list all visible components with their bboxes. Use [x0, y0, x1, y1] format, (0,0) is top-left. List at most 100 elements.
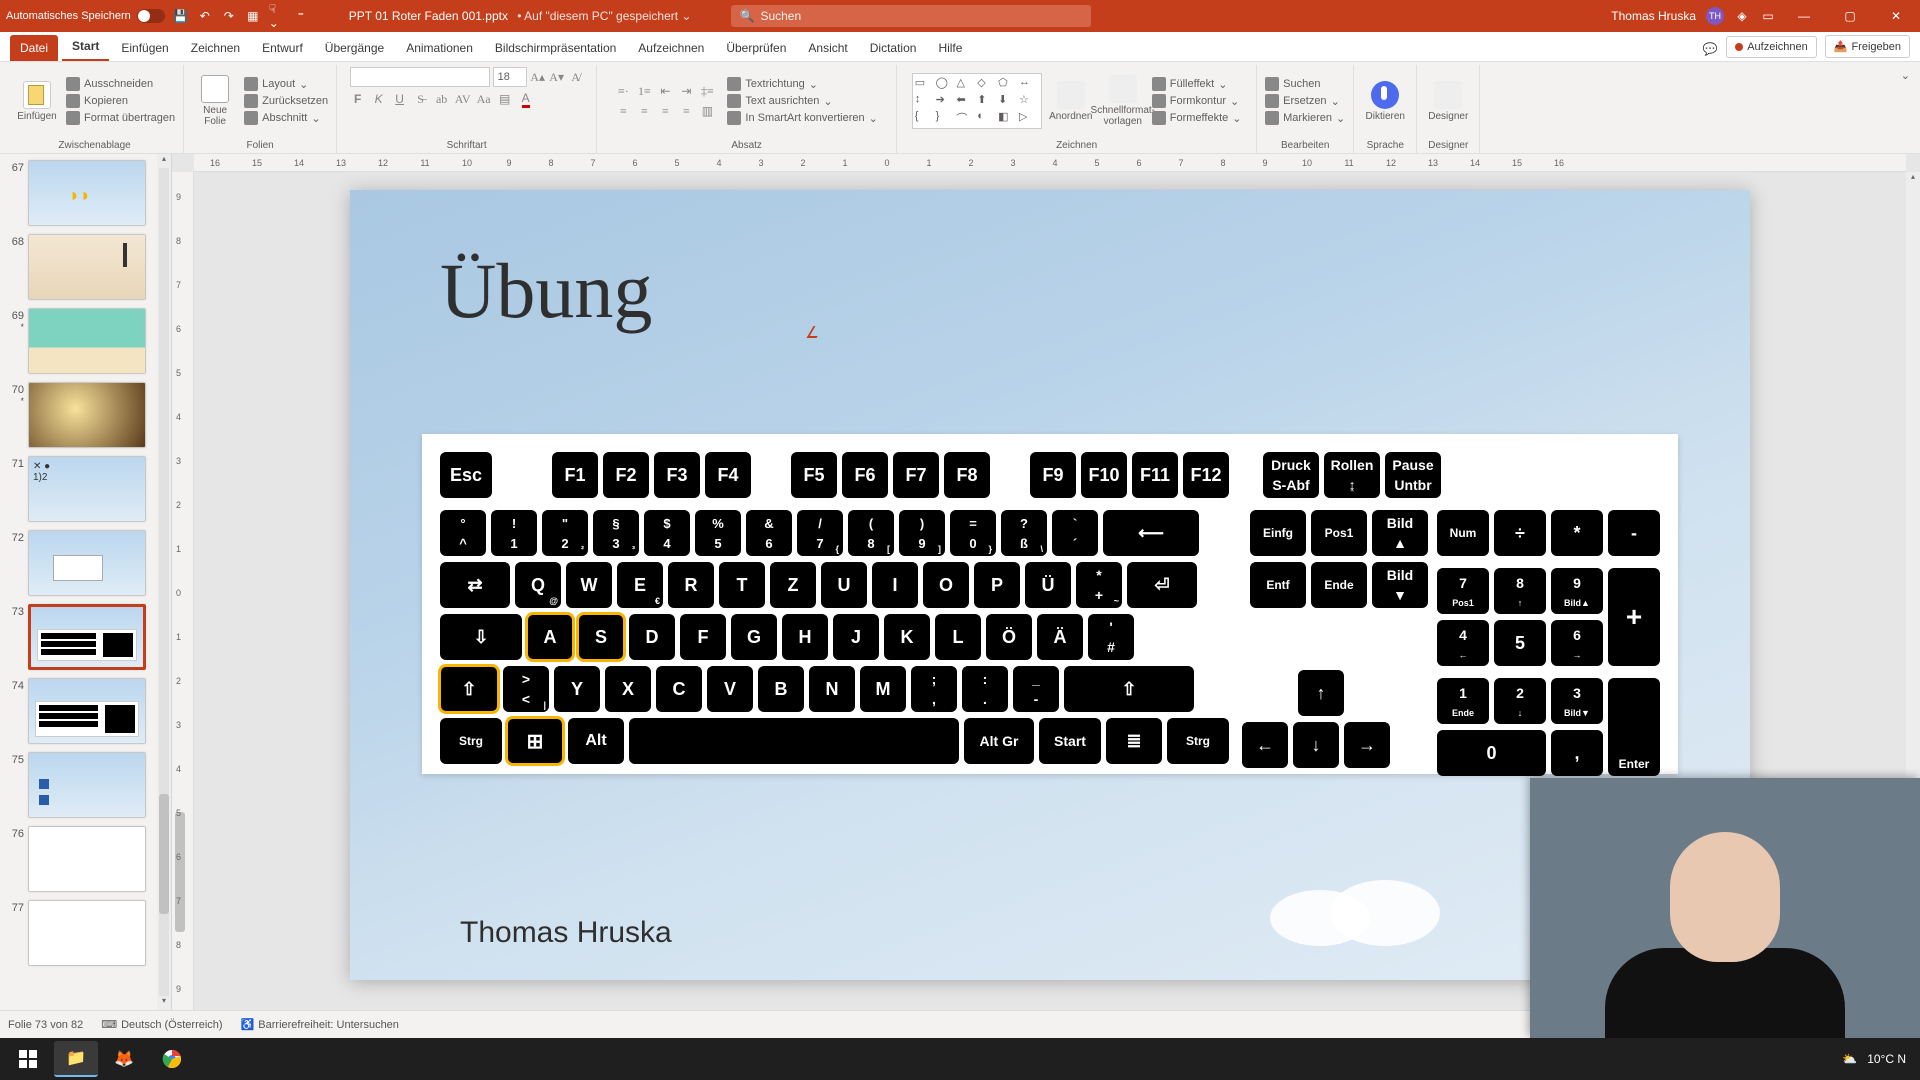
undo-icon[interactable]: ↶ — [197, 8, 213, 24]
change-case-icon[interactable]: Aa — [476, 91, 492, 107]
thumb-75[interactable] — [28, 752, 146, 818]
line-spacing-icon[interactable]: ‡≡ — [699, 83, 715, 99]
indent-dec-icon[interactable]: ⇤ — [657, 83, 673, 99]
tab-dictation[interactable]: Dictation — [860, 35, 927, 61]
from-beginning-icon[interactable]: ▦ — [245, 8, 261, 24]
keyboard-image[interactable]: Esc F1 F2 F3 F4 F5 F6 F7 F8 F — [422, 434, 1678, 774]
tab-start[interactable]: Start — [62, 33, 109, 61]
user-avatar[interactable]: TH — [1706, 7, 1724, 25]
customize-qat-icon[interactable]: ⁼ — [293, 8, 309, 24]
thumb-71[interactable]: ✕ ●1)2 — [28, 456, 146, 522]
thumb-77[interactable] — [28, 900, 146, 966]
slide-title[interactable]: Übung — [440, 246, 652, 336]
tab-animations[interactable]: Animationen — [396, 35, 483, 61]
tab-view[interactable]: Ansicht — [798, 35, 857, 61]
taskbar-explorer[interactable]: 📁 — [54, 1041, 98, 1077]
format-painter-button[interactable]: Format übertragen — [66, 111, 175, 125]
thumbnail-scrollbar[interactable]: ▴ ▾ — [157, 154, 171, 1010]
ribbon-options-icon[interactable]: ▭ — [1760, 8, 1776, 24]
close-button[interactable]: ✕ — [1878, 4, 1914, 28]
language-status[interactable]: ⌨Deutsch (Österreich) — [101, 1018, 222, 1031]
thumb-67[interactable]: ◗◗ — [28, 160, 146, 226]
slide-counter[interactable]: Folie 73 von 82 — [8, 1019, 83, 1031]
share-button[interactable]: 📤Freigeben — [1825, 35, 1910, 58]
shape-effects-button[interactable]: Formeffekte⌄ — [1152, 111, 1242, 125]
scrollbar-handle[interactable] — [159, 794, 169, 914]
weather-text[interactable]: 10°C N — [1867, 1052, 1906, 1066]
shadow-icon[interactable]: ab — [434, 91, 450, 107]
columns-icon[interactable]: ▥ — [699, 103, 715, 119]
thumb-72[interactable] — [28, 530, 146, 596]
text-direction-button[interactable]: Textrichtung⌄ — [727, 77, 877, 91]
font-size-combo[interactable]: 18 — [493, 67, 527, 87]
paste-button[interactable]: Einfügen — [14, 81, 60, 122]
shape-fill-button[interactable]: Fülleffekt⌄ — [1152, 77, 1242, 91]
tab-file[interactable]: Datei — [10, 35, 58, 61]
arrange-button[interactable]: Anordnen — [1048, 81, 1094, 122]
accessibility-status[interactable]: ♿Barrierefreiheit: Untersuchen — [241, 1018, 399, 1031]
thumb-76[interactable] — [28, 826, 146, 892]
dictate-button[interactable]: Diktieren — [1362, 81, 1408, 122]
cut-button[interactable]: Ausschneiden — [66, 77, 175, 91]
shapes-gallery[interactable]: ▭◯△◇⬠↔ ↕➔⬅⬆⬇☆ {}⌒◐◧▷ — [912, 73, 1042, 129]
char-spacing-icon[interactable]: AV — [455, 91, 471, 107]
thumb-74[interactable] — [28, 678, 146, 744]
tab-draw[interactable]: Zeichnen — [181, 35, 250, 61]
clear-format-icon[interactable]: A̸ — [568, 69, 584, 85]
thumbnail-list[interactable]: 67◗◗ 68 69* 70* 71✕ ●1)2 72 73 74 75 76 … — [0, 154, 157, 1010]
thumb-69[interactable] — [28, 308, 146, 374]
touch-mode-icon[interactable]: ☟⌄ — [269, 8, 285, 24]
font-name-combo[interactable] — [350, 67, 490, 87]
comments-icon[interactable]: 💬 — [1702, 41, 1718, 57]
select-button[interactable]: Markieren⌄ — [1265, 111, 1345, 125]
section-button[interactable]: Abschnitt⌄ — [244, 111, 328, 125]
search-box[interactable]: 🔍 Suchen — [731, 5, 1091, 27]
weather-icon[interactable]: ⛅ — [1842, 1052, 1857, 1066]
tab-slideshow[interactable]: Bildschirmpräsentation — [485, 35, 626, 61]
align-right-icon[interactable]: ≡ — [657, 103, 673, 119]
start-button[interactable] — [6, 1041, 50, 1077]
tab-help[interactable]: Hilfe — [928, 35, 972, 61]
user-name[interactable]: Thomas Hruska — [1611, 9, 1696, 23]
record-button[interactable]: Aufzeichnen — [1726, 36, 1817, 58]
numbering-icon[interactable]: 1≡ — [636, 83, 652, 99]
copy-button[interactable]: Kopieren — [66, 94, 175, 108]
thumb-68[interactable] — [28, 234, 146, 300]
increase-font-icon[interactable]: A▴ — [530, 69, 546, 85]
maximize-button[interactable]: ▢ — [1832, 4, 1868, 28]
tab-transitions[interactable]: Übergänge — [315, 35, 394, 61]
quick-styles-button[interactable]: Schnellformat- vorlagen — [1100, 75, 1146, 127]
thumb-73[interactable] — [28, 604, 146, 670]
taskbar-firefox[interactable]: 🦊 — [102, 1041, 146, 1077]
coming-soon-icon[interactable]: ◈ — [1734, 8, 1750, 24]
designer-button[interactable]: Designer — [1425, 81, 1471, 122]
find-button[interactable]: Suchen — [1265, 77, 1345, 91]
tab-review[interactable]: Überprüfen — [716, 35, 796, 61]
toggle-switch-icon[interactable] — [137, 9, 165, 23]
smartart-button[interactable]: In SmartArt konvertieren⌄ — [727, 111, 877, 125]
tab-record[interactable]: Aufzeichnen — [628, 35, 714, 61]
layout-button[interactable]: Layout⌄ — [244, 77, 328, 91]
bullets-icon[interactable]: ≡· — [615, 83, 631, 99]
slide-author[interactable]: Thomas Hruska — [460, 916, 672, 950]
italic-icon[interactable]: K — [371, 91, 387, 107]
redo-icon[interactable]: ↷ — [221, 8, 237, 24]
autosave-toggle[interactable]: Automatisches Speichern — [6, 9, 165, 23]
align-left-icon[interactable]: ≡ — [615, 103, 631, 119]
strike-icon[interactable]: S̶ — [413, 91, 429, 107]
underline-icon[interactable]: U — [392, 91, 408, 107]
align-text-button[interactable]: Text ausrichten⌄ — [727, 94, 877, 108]
tab-design[interactable]: Entwurf — [252, 35, 313, 61]
replace-button[interactable]: Ersetzen⌄ — [1265, 94, 1345, 108]
reset-button[interactable]: Zurücksetzen — [244, 94, 328, 108]
bold-icon[interactable]: F — [350, 91, 366, 107]
vruler-scroll-handle[interactable] — [175, 812, 185, 932]
tab-insert[interactable]: Einfügen — [111, 35, 178, 61]
save-icon[interactable]: 💾 — [173, 8, 189, 24]
minimize-button[interactable]: — — [1786, 4, 1822, 28]
decrease-font-icon[interactable]: A▾ — [549, 69, 565, 85]
justify-icon[interactable]: ≡ — [678, 103, 694, 119]
taskbar-chrome[interactable] — [150, 1041, 194, 1077]
align-center-icon[interactable]: ≡ — [636, 103, 652, 119]
font-color-icon[interactable]: A — [518, 91, 534, 107]
